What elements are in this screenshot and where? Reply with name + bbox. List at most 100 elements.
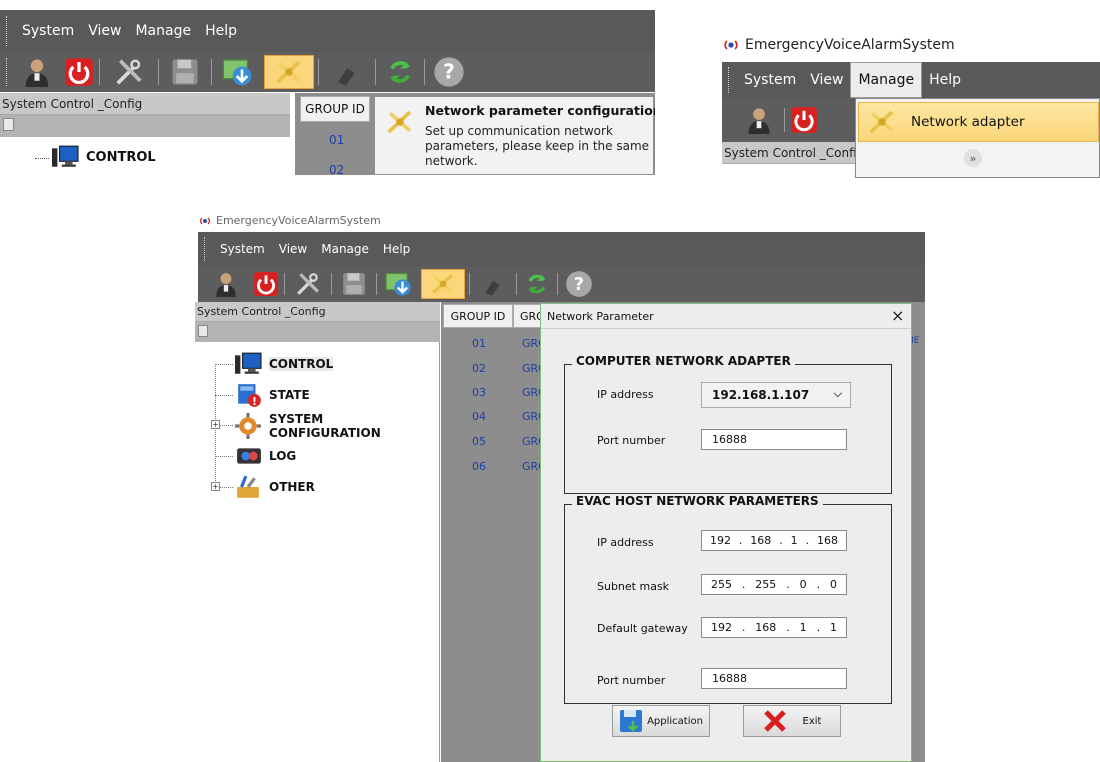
evac-port-input[interactable]: 16888 — [701, 668, 847, 689]
panel-header: System Control _Config — [722, 142, 862, 164]
grid-id-02[interactable]: 02 — [472, 362, 486, 375]
application-button[interactable]: Application — [612, 705, 710, 737]
tools-icon[interactable] — [285, 271, 331, 297]
panel-doc-icon[interactable] — [3, 118, 14, 131]
default-gateway-input[interactable]: 192. 168. 1. 1 — [701, 617, 847, 638]
tooltip-title: Network parameter configuration — [425, 103, 655, 118]
mask-octet: 0 — [829, 578, 837, 591]
panel-doc-icon[interactable] — [198, 325, 208, 337]
refresh-icon[interactable] — [376, 58, 424, 86]
application-button-label: Application — [647, 715, 703, 727]
alarm-logo-icon — [199, 215, 211, 227]
panel-toolbar — [195, 322, 440, 342]
menu-help[interactable]: Help — [198, 10, 244, 52]
monitor-icon — [233, 351, 263, 377]
menu-manage[interactable]: Manage — [314, 232, 376, 266]
gateway-octet: 1 — [829, 621, 837, 634]
dialog-title-divider — [541, 328, 911, 329]
grid-id-01[interactable]: 01 — [472, 337, 486, 350]
help-icon[interactable] — [425, 56, 473, 88]
menu-view[interactable]: View — [803, 62, 850, 98]
exit-button[interactable]: Exit — [743, 705, 841, 737]
grid-id-04[interactable]: 04 — [472, 410, 486, 423]
gateway-octet: 1 — [799, 621, 807, 634]
tree-item-control-label: CONTROL — [269, 357, 334, 371]
gateway-octet: 192 — [710, 621, 732, 634]
user-icon[interactable] — [734, 105, 784, 135]
save-icon[interactable] — [332, 271, 376, 297]
ip-address-select[interactable]: 192.168.1.107 ⌵ — [701, 382, 851, 408]
mask-octet: 255 — [710, 578, 732, 591]
menu-view[interactable]: View — [272, 232, 314, 266]
menu-grip — [6, 16, 9, 46]
grid-header-col2[interactable]: GRO — [513, 304, 545, 328]
menu-bar: System View Manage Help — [722, 62, 1100, 98]
tools-icon[interactable] — [100, 57, 158, 87]
grid-header-group-id[interactable]: GROUP ID — [300, 96, 370, 122]
refresh-icon[interactable] — [517, 272, 557, 296]
help-icon[interactable] — [558, 270, 600, 298]
menu-system[interactable]: System — [15, 10, 81, 52]
menu-manage[interactable]: Manage — [850, 62, 923, 98]
user-icon[interactable] — [15, 56, 59, 88]
brush-icon[interactable] — [319, 57, 375, 87]
evac-port-value: 16888 — [712, 672, 747, 685]
power-icon[interactable] — [59, 57, 99, 87]
menu-system[interactable]: System — [213, 232, 272, 266]
double-chevron-down-icon[interactable]: » — [964, 149, 982, 167]
tree-item-control[interactable]: CONTROL — [50, 144, 156, 170]
tooltip: Network parameter configuration Set up c… — [374, 96, 655, 175]
tree-item-system-configuration-label: SYSTEM CONFIGURATION — [268, 412, 381, 440]
brush-icon[interactable] — [470, 271, 516, 297]
grid-col-group-id: GROUP ID — [305, 102, 365, 116]
menu-help[interactable]: Help — [922, 62, 968, 98]
tree-item-log-label: LOG — [269, 449, 297, 463]
network-config-icon[interactable] — [421, 269, 465, 299]
network-config-icon — [385, 107, 415, 137]
user-icon[interactable] — [204, 270, 248, 298]
close-icon[interactable]: × — [891, 306, 904, 325]
tree-item-other[interactable]: OTHER — [233, 474, 315, 500]
download-icon[interactable] — [212, 56, 264, 88]
evac-ip-octet: 168 — [816, 534, 838, 547]
save-icon[interactable] — [159, 57, 211, 87]
grid-id-06[interactable]: 06 — [472, 460, 486, 473]
menu-manage[interactable]: Manage — [128, 10, 198, 52]
grid-id-05[interactable]: 05 — [472, 435, 486, 448]
toolbar — [0, 52, 655, 92]
evac-ip-input[interactable]: 192. 168. 1. 168 — [701, 530, 847, 551]
chevron-down-icon: ⌵ — [833, 387, 842, 400]
tree-item-log[interactable]: LOG — [235, 443, 296, 469]
tree-item-system-configuration[interactable]: SYSTEM CONFIGURATION — [233, 412, 439, 440]
panel-header: System Control _Config — [0, 93, 290, 115]
port-number-input[interactable]: 16888 — [701, 429, 847, 450]
grid-header-group-id[interactable]: GROUP ID — [443, 304, 513, 328]
expand-icon[interactable]: + — [211, 420, 220, 429]
grid-id-02[interactable]: 02 — [329, 163, 344, 175]
expand-icon[interactable]: + — [211, 482, 220, 491]
grid-id-03[interactable]: 03 — [472, 386, 486, 399]
log-icon — [235, 443, 263, 469]
menu-view[interactable]: View — [81, 10, 128, 52]
menu-system[interactable]: System — [737, 62, 803, 98]
tree-line-1 — [215, 364, 233, 365]
tree-item-state[interactable]: STATE — [235, 382, 310, 408]
tree-item-control[interactable]: CONTROL — [233, 351, 334, 377]
power-icon[interactable] — [248, 271, 284, 297]
app-title-bar: EmergencyVoiceAlarmSystem — [723, 37, 955, 53]
port-number-label: Port number — [597, 434, 666, 447]
left-panel: System Control _Config + + CONTROL STATE… — [195, 302, 440, 762]
tree-connector — [35, 158, 49, 159]
menu-help[interactable]: Help — [376, 232, 417, 266]
tree-item-control-label: CONTROL — [86, 149, 156, 165]
network-parameter-dialog: Network Parameter × COMPUTER NETWORK ADA… — [540, 303, 912, 762]
panel-header-label: System Control _Config — [724, 145, 862, 160]
network-config-icon[interactable] — [264, 55, 314, 89]
menu-item-network-adapter[interactable]: Network adapter — [858, 102, 1099, 142]
subnet-mask-input[interactable]: 255. 255. 0. 0 — [701, 574, 847, 595]
state-alert-icon — [235, 382, 263, 408]
power-icon[interactable] — [785, 106, 823, 134]
grid-id-01[interactable]: 01 — [329, 133, 344, 147]
download-icon[interactable] — [377, 270, 421, 298]
evac-ip-octet: 168 — [750, 534, 772, 547]
